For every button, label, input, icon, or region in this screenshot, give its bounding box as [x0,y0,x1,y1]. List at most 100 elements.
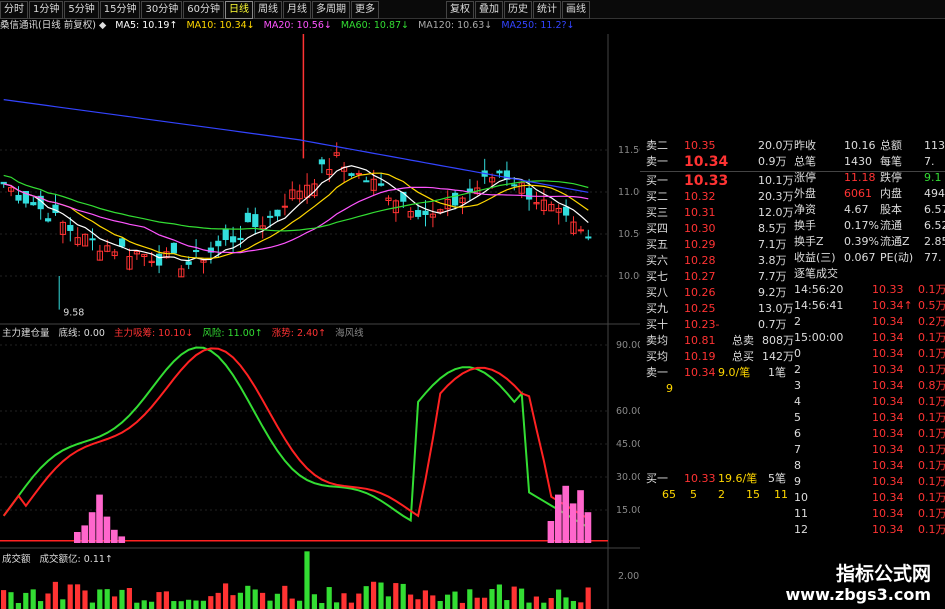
period-tab-7[interactable]: 周线 [253,1,282,19]
volume-bar-22 [163,591,169,609]
period-tab-3[interactable]: 15分钟 [99,1,141,19]
period-tab-8[interactable]: 月线 [282,1,311,19]
volume-bar-21 [156,592,162,609]
toolbar-action-3[interactable]: 统计 [532,1,561,19]
high-label: 12.95 [307,34,334,35]
toolbar-action-2[interactable]: 历史 [503,1,532,19]
avg-buy-row-cell-3: 142万 [762,350,794,363]
candle-body-2 [15,194,22,201]
tick-row-8-cell-0: 5 [794,411,801,424]
period-tab-1[interactable]: 1分钟 [29,1,64,19]
candle-body-25 [185,261,192,265]
tick-row-5-cell-0: 2 [794,363,801,376]
toolbar-action-0[interactable]: 复权 [445,1,474,19]
quote-row-0-cell-1: 10.16 [844,139,876,152]
quote-row-1-cell-0: 总笔 [794,155,816,168]
tick-row-12-cell-0: 9 [794,475,801,488]
volume-bar-26 [193,600,199,609]
period-tab-4[interactable]: 30分钟 [141,1,183,19]
stock-title: 桑信通讯(日线 前复权) ◆ [0,20,107,31]
tick-row-5-cell-2: 0.1万 [918,363,945,376]
tick-row-15: 12 10.34 0.1万 [792,522,945,538]
ask-row-1-cell-2: 0.9万 [758,155,787,168]
quote-row-0-cell-2: 总额 [880,139,902,152]
tick-row-4-cell-1: 10.34 [872,347,904,360]
candle-body-6 [45,218,52,222]
ma250-value: MA250: 11.2?↓ [501,20,575,31]
ind1-bar-8 [555,494,562,543]
quote-row-6-cell-0: 换手Z [794,235,824,248]
order-book-panel: 卖二 10.35 20.0万 卖一 10.34 0.9万 买一 10.33 10.1万 买二 10.… [640,138,945,536]
quote-row-2-cell-0: 涨停 [794,171,816,184]
ma10-line [3,172,589,259]
quote-row-7-cell-2: PE(动) [880,251,914,264]
volume-bar-31 [230,595,236,609]
quote-row-1-cell-1: 1430 [844,155,872,168]
sell-one-detail-cell-0: 9 [666,382,673,395]
candle-body-67 [496,170,503,174]
candle-body-21 [156,253,163,266]
tick-row-5: 2 10.34 0.1万 [792,362,945,378]
volume-bar-7 [52,581,58,609]
volume-bar-10 [75,584,81,609]
quote-row-1-cell-2: 每笔 [880,155,902,168]
volume-bar-58 [430,595,436,609]
avg-sell-row-cell-2: 总卖 [732,334,754,347]
volume-bar-72 [533,596,539,609]
volume-bar-74 [548,598,554,609]
volume-bar-36 [267,600,273,609]
tick-row-1: 14:56:41 10.34↑ 0.5万 [792,298,945,314]
buy-one-detail-cell-1: 5 [690,488,697,501]
tick-row-14-cell-2: 0.1万 [918,507,945,520]
ind2-ytick-0: 2.00 [618,571,639,582]
tick-row-2-cell-2: 0.2万 [918,315,945,328]
ind1-bar-3 [96,494,103,543]
period-tab-2[interactable]: 5分钟 [64,1,99,19]
period-tab-10[interactable]: 更多 [350,1,379,19]
period-tab-5[interactable]: 60分钟 [183,1,224,19]
volume-bar-25 [186,599,192,609]
volume-bar-8 [60,599,66,609]
ind1-bar-0 [74,532,81,543]
indicator1-trend: 涨势: 2.40↑ [271,328,327,339]
tick-row-4-cell-2: 0.1万 [918,347,945,360]
tick-row-4-cell-0: 0 [794,347,801,360]
bid-row-5-cell-2: 3.8万 [758,254,787,267]
candle-body-48 [355,172,362,175]
volume-bar-63 [467,589,473,609]
quote-row-3-cell-0: 外盘 [794,187,816,200]
period-tab-6[interactable]: 日线 [224,1,253,19]
tick-row-12: 9 10.34 0.1万 [792,474,945,490]
volume-bar-73 [541,602,547,609]
volume-bar-38 [282,585,288,609]
period-tab-0[interactable]: 分时 [0,1,28,19]
period-tab-9[interactable]: 多周期 [311,1,350,19]
volume-bar-1 [8,592,14,609]
toolbar-action-4[interactable]: 画线 [561,1,590,19]
volume-bar-28 [208,596,214,609]
candle-body-71 [526,187,533,200]
candle-body-26 [193,250,200,253]
candle-body-49 [363,180,370,183]
tick-row-15-cell-2: 0.1万 [918,523,945,536]
volume-bar-75 [556,589,562,609]
tick-row-0-cell-2: 0.1万 [918,283,945,296]
ind1-bar-10 [569,503,577,543]
toolbar-action-1[interactable]: 叠加 [474,1,503,19]
quote-row-6: 换手Z 0.39%流通Z 2.85 [792,234,945,250]
kline-chart-area[interactable]: 11.50 11.00 10.50 10.00 12.95 9.58 90.00 60.00 4… [0,34,640,609]
indicator2-name: 成交额 [2,554,31,565]
volume-bar-3 [23,592,29,609]
ma250-line [3,99,589,193]
candle-body-51 [378,183,385,186]
indicator2-header: 成交额 成交额亿: 0.11↑ [2,551,113,565]
quote-row-0: 昨收 10.16 总额 1137万 [792,138,945,154]
volume-bar-43 [319,602,325,609]
quote-row-3-cell-1: 6061 [844,187,872,200]
volume-bar-67 [496,584,502,609]
volume-bar-24 [178,601,184,609]
volume-bar-14 [104,589,110,609]
ma60-line [3,174,589,232]
quote-row-5-cell-1: 0.17% [844,219,879,232]
tick-row-1-cell-2: 0.5万 [918,299,945,312]
